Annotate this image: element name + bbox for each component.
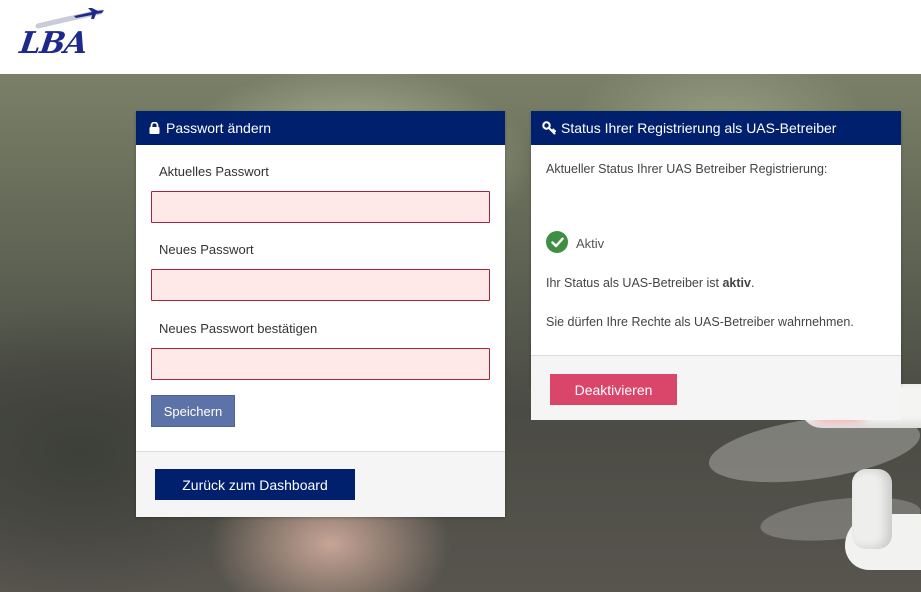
uas-status-body: Aktueller Status Ihrer UAS Betreiber Reg… [531, 145, 901, 329]
status-line-suffix: . [750, 276, 755, 290]
deactivate-button[interactable]: Deaktivieren [550, 374, 677, 405]
uas-status-title: Status Ihrer Registrierung als UAS-Betre… [561, 120, 837, 136]
new-password-label: Neues Passwort [159, 242, 254, 257]
new-password-input[interactable] [151, 269, 490, 301]
current-password-label: Aktuelles Passwort [159, 164, 269, 179]
change-password-form: Aktuelles Passwort Neues Passwort Neues … [136, 145, 505, 451]
change-password-panel: Passwort ändern Aktuelles Passwort Neues… [136, 111, 505, 517]
save-button[interactable]: Speichern [151, 395, 235, 427]
current-status-text: Aktueller Status Ihrer UAS Betreiber Reg… [546, 162, 828, 176]
confirm-password-label: Neues Passwort bestätigen [159, 321, 318, 336]
uas-status-panel: Status Ihrer Registrierung als UAS-Betre… [531, 111, 901, 420]
change-password-header: Passwort ändern [136, 111, 505, 145]
confirm-password-input[interactable] [151, 348, 490, 380]
rights-text: Sie dürfen Ihre Rechte als UAS-Betreiber… [546, 315, 854, 329]
back-to-dashboard-button[interactable]: Zurück zum Dashboard [155, 469, 355, 500]
key-icon [541, 111, 557, 145]
current-password-input[interactable] [151, 191, 490, 223]
uas-status-header: Status Ihrer Registrierung als UAS-Betre… [531, 111, 901, 145]
status-line-prefix: Ihr Status als UAS-Betreiber ist [546, 276, 723, 290]
lba-logo[interactable]: LBA [17, 8, 104, 61]
lock-icon [146, 111, 162, 145]
change-password-footer: Zurück zum Dashboard [136, 451, 505, 517]
uas-status-footer: Deaktivieren [531, 355, 901, 420]
check-circle-icon [546, 231, 568, 253]
top-bar: LBA [0, 0, 921, 74]
drone-leg [852, 469, 892, 549]
logo-text: LBA [17, 26, 90, 61]
status-line-bold: aktiv [722, 276, 751, 290]
change-password-title: Passwort ändern [166, 120, 272, 136]
status-line: Ihr Status als UAS-Betreiber ist aktiv. [546, 276, 754, 290]
status-value: Aktiv [576, 236, 605, 251]
